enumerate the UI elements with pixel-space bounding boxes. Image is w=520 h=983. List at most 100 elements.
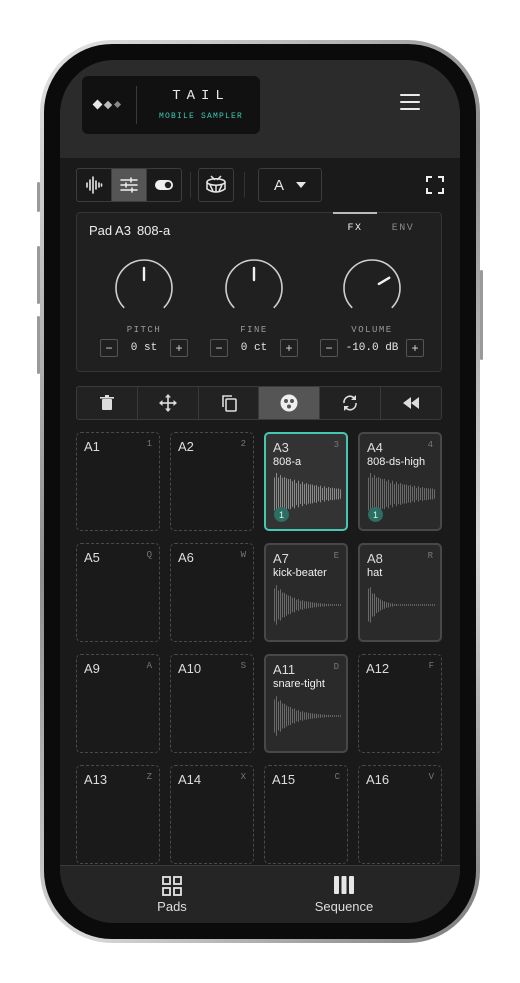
- pad-a16[interactable]: A16 V: [358, 765, 442, 864]
- app-subtitle: MOBILE SAMPLER: [158, 112, 243, 121]
- pad-settings-panel: Pad A3 808-a FX ENV PITCH − 0 st + FINE: [76, 212, 442, 372]
- pad-a12[interactable]: A12 F: [358, 654, 442, 753]
- pad-count-badge: 1: [274, 507, 289, 522]
- waveform-thumbnail: [274, 585, 341, 625]
- pitch-value: 0 st: [130, 342, 158, 354]
- pad-id: A14: [178, 772, 202, 787]
- pad-id: A11: [273, 662, 296, 677]
- volume-up-button: [37, 246, 40, 304]
- nav-sequence[interactable]: Sequence: [284, 876, 404, 914]
- pad-key-shortcut: A: [146, 661, 152, 671]
- pad-id: A15: [272, 772, 296, 787]
- mute-switch: [37, 182, 40, 212]
- pad-a3[interactable]: A3 3 808-a 1: [264, 432, 348, 531]
- pad-a10[interactable]: A10 S: [170, 654, 254, 753]
- pad-id: A3: [273, 440, 289, 455]
- pad-a15[interactable]: A15 C: [264, 765, 348, 864]
- pad-sample-name: hat: [367, 567, 383, 579]
- pad-action-bar: [76, 386, 442, 420]
- pad-a6[interactable]: A6 W: [170, 543, 254, 642]
- knob-pointer: [377, 276, 391, 286]
- pad-id: A12: [366, 661, 390, 676]
- nav-pads-label: Pads: [157, 899, 187, 914]
- pad-a2[interactable]: A2 2: [170, 432, 254, 531]
- pad-key-shortcut: C: [334, 772, 340, 782]
- volume-decrement-button[interactable]: −: [320, 339, 338, 357]
- pad-key-shortcut: 1: [146, 439, 152, 449]
- pad-id: A10: [178, 661, 202, 676]
- pitch-knob[interactable]: [113, 257, 175, 319]
- trash-icon[interactable]: [77, 387, 138, 419]
- fine-increment-button[interactable]: +: [280, 339, 298, 357]
- pad-id: A5: [84, 550, 100, 565]
- pad-key-shortcut: D: [333, 662, 339, 672]
- tab-fx[interactable]: FX: [333, 212, 377, 234]
- pad-a9[interactable]: A9 A: [76, 654, 160, 753]
- pad-a4[interactable]: A4 4 808-ds-high 1: [358, 432, 442, 531]
- app-logo: TAIL MOBILE SAMPLER: [82, 76, 260, 134]
- pad-sample-name: 808-a: [273, 456, 302, 468]
- pad-sample-name: 808-ds-high: [367, 456, 426, 468]
- expand-icon[interactable]: [426, 176, 444, 194]
- pad-id: A8: [367, 551, 383, 566]
- fine-decrement-button[interactable]: −: [210, 339, 228, 357]
- volume-knob[interactable]: [341, 257, 403, 319]
- pad-a5[interactable]: A5 Q: [76, 543, 160, 642]
- pad-a13[interactable]: A13 Z: [76, 765, 160, 864]
- power-button: [480, 270, 483, 360]
- pad-label: Pad A3: [89, 223, 131, 238]
- pitch-decrement-button[interactable]: −: [100, 339, 118, 357]
- pad-id: A6: [178, 550, 194, 565]
- pad-a11[interactable]: A11 Dsnare-tight: [264, 654, 348, 753]
- pad-key-shortcut: 2: [240, 439, 246, 449]
- volume-increment-button[interactable]: +: [406, 339, 424, 357]
- mode-segmented-control: [76, 168, 182, 202]
- pitch-increment-button[interactable]: +: [170, 339, 188, 357]
- fine-value: 0 ct: [240, 342, 268, 354]
- grid-icon: [112, 876, 232, 896]
- pad-key-shortcut: X: [240, 772, 246, 782]
- pad-count-badge: 1: [368, 507, 383, 522]
- hamburger-icon[interactable]: [400, 94, 420, 110]
- top-bar: TAIL MOBILE SAMPLER: [60, 60, 460, 158]
- pad-id: A16: [366, 772, 390, 787]
- pad-key-shortcut: V: [428, 772, 434, 782]
- volume-value: -10.0 dB: [345, 342, 399, 354]
- pad-id: A1: [84, 439, 100, 454]
- pad-key-shortcut: 4: [427, 440, 433, 450]
- pad-id: A13: [84, 772, 108, 787]
- pad-key-shortcut: R: [427, 551, 433, 561]
- waveform-icon[interactable]: [77, 169, 112, 201]
- toolbar: A: [76, 168, 444, 202]
- pad-a14[interactable]: A14 X: [170, 765, 254, 864]
- pad-key-shortcut: Z: [146, 772, 152, 782]
- fine-knob[interactable]: [223, 257, 285, 319]
- sample-name: 808-a: [136, 223, 171, 238]
- tab-env[interactable]: ENV: [381, 223, 425, 234]
- copy-icon[interactable]: [199, 387, 260, 419]
- panel-title: Pad A3 808-a: [89, 223, 170, 238]
- bank-select-value: A: [273, 176, 284, 194]
- app-title: TAIL: [172, 88, 230, 104]
- loop-icon[interactable]: [320, 387, 382, 419]
- drum-icon[interactable]: [198, 168, 234, 202]
- pad-a7[interactable]: A7 Ekick-beater: [264, 543, 348, 642]
- toggle-icon[interactable]: [147, 169, 181, 201]
- pad-key-shortcut: Q: [146, 550, 152, 560]
- rewind-icon[interactable]: [381, 387, 441, 419]
- pad-key-shortcut: S: [240, 661, 246, 671]
- sliders-icon[interactable]: [112, 169, 147, 201]
- nav-pads[interactable]: Pads: [112, 876, 232, 914]
- choke-group-icon[interactable]: [259, 387, 321, 419]
- pad-key-shortcut: W: [240, 550, 246, 560]
- fine-control: FINE − 0 ct +: [199, 257, 309, 357]
- pad-id: A2: [178, 439, 194, 454]
- volume-control: VOLUME − -10.0 dB +: [309, 257, 435, 357]
- logo-diamonds-icon: [92, 99, 122, 110]
- bank-select[interactable]: A: [258, 168, 322, 202]
- pad-a8[interactable]: A8 Rhat: [358, 543, 442, 642]
- pad-a1[interactable]: A1 1: [76, 432, 160, 531]
- pad-id: A4: [367, 440, 383, 455]
- move-icon[interactable]: [138, 387, 199, 419]
- volume-down-button: [37, 316, 40, 374]
